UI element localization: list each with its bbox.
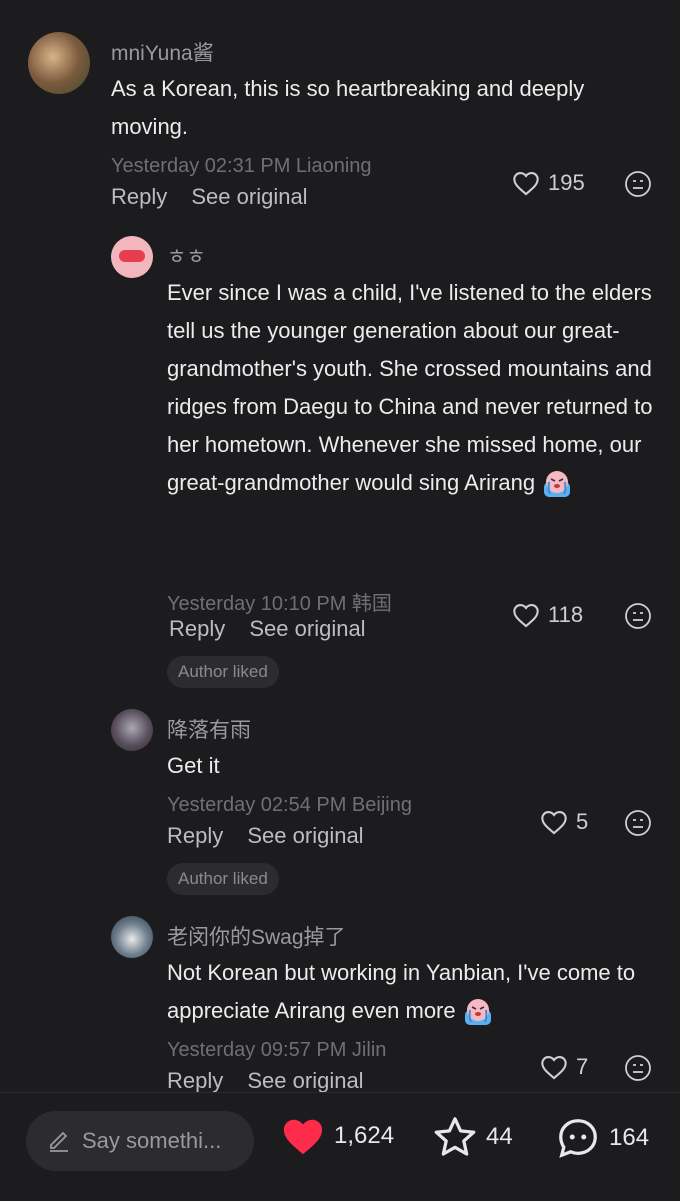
like-count: 195 xyxy=(548,170,585,195)
heart-filled-icon xyxy=(283,1119,323,1155)
reply-button[interactable]: Reply xyxy=(111,184,167,209)
comment-actions: Reply See original xyxy=(169,616,384,642)
comment-meta: Yesterday 10:10 PM 韩国 xyxy=(167,593,392,615)
like-button[interactable]: 7 xyxy=(540,1054,588,1080)
reply-button[interactable]: Reply xyxy=(167,823,223,848)
heart-outline-icon xyxy=(541,811,567,835)
star-icon xyxy=(434,1117,476,1156)
like-count: 7 xyxy=(576,1054,589,1079)
comment-meta: Yesterday 02:31 PM Liaoning xyxy=(111,155,372,177)
favorite-count: 44 xyxy=(486,1123,513,1150)
heart-outline-icon xyxy=(513,604,539,628)
see-original-button[interactable]: See original xyxy=(247,1068,363,1093)
heart-outline-icon xyxy=(541,1056,567,1080)
like-button[interactable]: 5 xyxy=(540,809,588,835)
see-original-button[interactable]: See original xyxy=(191,184,307,209)
like-count: 118 xyxy=(548,602,584,627)
comment-text-body: Not Korean but working in Yanbian, I've … xyxy=(167,960,636,1023)
comment-username[interactable]: ㅎㅎ xyxy=(167,241,206,271)
comment-username[interactable]: mniYuna酱 xyxy=(111,37,214,67)
favorite-button[interactable]: 44 xyxy=(432,1115,513,1159)
post-like-count: 1,624 xyxy=(334,1122,395,1149)
comment-text: Not Korean but working in Yanbian, I've … xyxy=(167,954,657,1030)
avatar[interactable] xyxy=(111,916,153,958)
like-button[interactable]: 118 xyxy=(512,602,583,628)
reply-button[interactable]: Reply xyxy=(167,1068,223,1093)
comments-button[interactable]: 164 xyxy=(555,1115,649,1161)
avatar[interactable] xyxy=(111,709,153,751)
comment-meta: Yesterday 09:57 PM Jilin xyxy=(167,1039,387,1061)
comment-text: Ever since I was a child, I've listened … xyxy=(167,274,657,502)
comment-input[interactable]: Say somethi... xyxy=(26,1111,254,1171)
comment-text-body: Ever since I was a child, I've listened … xyxy=(167,280,653,495)
comment-meta: Yesterday 02:54 PM Beijing xyxy=(167,794,412,816)
comment-username[interactable]: 降落有雨 xyxy=(167,714,251,744)
comment-username[interactable]: 老闵你的Swag掉了 xyxy=(167,921,346,951)
post-like-button[interactable]: 1,624 xyxy=(280,1115,394,1157)
neutral-face-icon[interactable] xyxy=(624,602,652,630)
bottom-action-bar: Say somethi... 1,624 44 164 xyxy=(0,1092,680,1201)
neutral-face-icon[interactable] xyxy=(624,170,652,198)
see-original-button[interactable]: See original xyxy=(247,823,363,848)
comment-actions: Reply See original xyxy=(167,1068,382,1094)
avatar[interactable] xyxy=(111,236,153,278)
comment-text: Get it xyxy=(167,753,220,778)
reply-button[interactable]: Reply xyxy=(169,616,225,641)
comment-input-placeholder: Say somethi... xyxy=(82,1128,222,1153)
pencil-icon xyxy=(50,1131,68,1152)
neutral-face-icon[interactable] xyxy=(624,1054,652,1082)
neutral-face-icon[interactable] xyxy=(624,809,652,837)
comments-count: 164 xyxy=(609,1124,650,1151)
comment-actions: Reply See original xyxy=(111,184,326,210)
author-liked-badge: Author liked xyxy=(167,863,279,895)
author-liked-badge: Author liked xyxy=(167,656,279,688)
see-original-button[interactable]: See original xyxy=(249,616,365,641)
like-button[interactable]: 195 xyxy=(512,170,585,196)
like-count: 5 xyxy=(576,809,589,834)
comment-text: As a Korean, this is so heartbreaking an… xyxy=(111,76,585,139)
crying-emoji xyxy=(544,471,571,498)
heart-outline-icon xyxy=(513,172,539,196)
comment-actions: Reply See original xyxy=(167,823,382,849)
chat-bubble-icon xyxy=(559,1119,597,1158)
avatar[interactable] xyxy=(28,32,90,94)
crying-emoji xyxy=(464,999,491,1026)
